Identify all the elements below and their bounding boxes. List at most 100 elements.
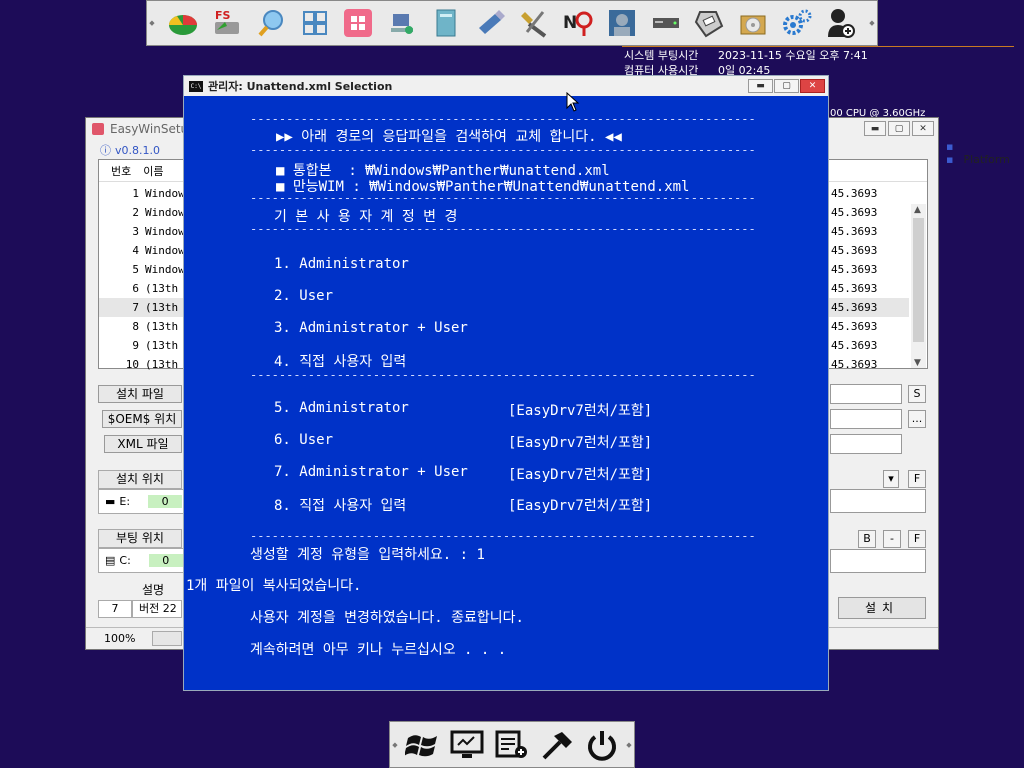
install-button[interactable]: 설치 xyxy=(838,597,926,619)
toolbar-right-grip[interactable]: ◆ xyxy=(867,1,877,45)
row-name: (13th xyxy=(145,339,179,352)
option-1: 1. Administrator xyxy=(274,256,409,272)
floppy-icon[interactable] xyxy=(692,6,726,40)
console-output[interactable]: ----------------------------------------… xyxy=(186,98,824,686)
row-number: 7 xyxy=(132,301,139,314)
install-location-field[interactable] xyxy=(830,489,926,513)
row-name: Window xyxy=(145,187,185,200)
install-location-label: 설치 위치 xyxy=(98,470,182,489)
console-title: 관리자: Unattend.xml Selection xyxy=(208,80,393,93)
row-number: 1 xyxy=(132,187,139,200)
tiles-icon[interactable] xyxy=(298,6,332,40)
option-5: 5. Administrator xyxy=(274,400,409,416)
taskbar-right-grip[interactable]: ◆ xyxy=(624,722,634,767)
minimize-button[interactable]: ▬ xyxy=(864,121,886,136)
row-number: 5 xyxy=(132,263,139,276)
dash-line: ----------------------------------------… xyxy=(250,529,756,543)
prompt-line: 생성할 계정 유형을 입력하세요. : 1 xyxy=(250,547,485,563)
fs-drive-icon[interactable]: FS xyxy=(210,6,244,40)
task-list-icon[interactable] xyxy=(493,726,531,764)
hard-drive-icon[interactable] xyxy=(649,6,683,40)
install-drive-number: 0 xyxy=(148,495,183,508)
close-button[interactable]: ✕ xyxy=(912,121,934,136)
xml-file-button[interactable]: XML 파일 xyxy=(104,435,182,453)
windows-flag-icon[interactable] xyxy=(403,726,441,764)
book-icon[interactable] xyxy=(429,6,463,40)
system-info: 시스템 부팅시간 2023-11-15 수요일 오후 7:41 컴퓨터 사용시간 0… xyxy=(624,48,868,78)
edition-row[interactable]: 7 버전 22 xyxy=(98,600,182,618)
scroll-up-icon[interactable]: ▲ xyxy=(914,205,921,215)
scroll-down-icon[interactable]: ▼ xyxy=(914,358,921,368)
install-file-button[interactable]: 설치 파일 xyxy=(98,385,182,403)
cmd-icon: C:\ xyxy=(189,80,203,92)
no-text-icon[interactable]: N xyxy=(561,6,595,40)
toolbar-left-grip[interactable]: ◆ xyxy=(147,1,157,45)
option-2: 2. User xyxy=(274,288,334,304)
boot-location-field[interactable] xyxy=(830,549,926,573)
console-titlebar[interactable]: C:\ 관리자: Unattend.xml Selection xyxy=(184,76,828,96)
option-6: 6. User xyxy=(274,432,334,448)
s-button[interactable]: S xyxy=(908,385,926,403)
option-7: 7. Administrator + User xyxy=(274,464,468,480)
dropdown-icon[interactable]: ▾ xyxy=(883,470,899,488)
header-num[interactable]: 번호 xyxy=(99,163,131,179)
disc-box-icon[interactable] xyxy=(736,6,770,40)
minus-button[interactable]: - xyxy=(883,530,901,548)
browse-button[interactable]: ... xyxy=(908,410,926,428)
console-close-button[interactable]: ✕ xyxy=(800,79,825,93)
usb-stick-icon[interactable] xyxy=(473,6,507,40)
row-name: Window xyxy=(145,244,185,257)
list-scrollbar[interactable]: ▲ ▼ xyxy=(911,204,926,368)
row-value: 45.3693 xyxy=(831,301,878,314)
option-3: 3. Administrator + User xyxy=(274,320,468,336)
install-file-field[interactable] xyxy=(830,384,902,404)
maximize-button[interactable]: ▢ xyxy=(888,121,910,136)
option-5-tag: [EasyDrv7런처/포함] xyxy=(508,403,653,419)
mouse-cursor-icon xyxy=(566,91,580,115)
header-name[interactable]: 이름 xyxy=(131,163,163,179)
console-maximize-button[interactable]: ▢ xyxy=(774,79,799,93)
row-name: Window xyxy=(145,225,185,238)
row-number: 2 xyxy=(132,206,139,219)
partition-tool-icon[interactable] xyxy=(166,6,200,40)
row-value: 45.3693 xyxy=(831,187,878,200)
b-button[interactable]: B xyxy=(858,530,876,548)
network-pc-icon[interactable] xyxy=(385,6,419,40)
power-icon[interactable] xyxy=(583,726,621,764)
option-7-tag: [EasyDrv7런처/포함] xyxy=(508,467,653,483)
tools-icon[interactable] xyxy=(517,6,551,40)
console-minimize-button[interactable]: ▬ xyxy=(748,79,773,93)
gears-icon[interactable] xyxy=(780,6,814,40)
monitor-icon[interactable] xyxy=(448,726,486,764)
taskbar-left-grip[interactable]: ◆ xyxy=(390,722,400,767)
add-user-icon[interactable] xyxy=(824,6,858,40)
install-drive-box[interactable]: ▬ E: 0 xyxy=(98,489,184,514)
scroll-thumb[interactable] xyxy=(913,218,924,342)
user-photo-icon[interactable] xyxy=(605,6,639,40)
row-number: 9 xyxy=(132,339,139,352)
changed-line: 사용자 계정을 변경하였습니다. 종료합니다. xyxy=(250,610,524,626)
orange-divider xyxy=(622,46,1014,47)
boot-drive-box[interactable]: ▤ C: 0 xyxy=(98,548,184,573)
row-value: 45.3693 xyxy=(831,263,878,276)
efi-icon: ▤ xyxy=(105,554,116,567)
hammer-icon[interactable] xyxy=(538,726,576,764)
row-number: 3 xyxy=(132,225,139,238)
row-name: Window xyxy=(145,206,185,219)
windows-logo-icon[interactable] xyxy=(341,6,375,40)
oem-path-field[interactable] xyxy=(830,409,902,429)
row-name: (13th xyxy=(145,358,179,371)
dash-line: ----------------------------------------… xyxy=(250,222,756,236)
row-value: 45.3693 xyxy=(831,358,878,371)
install-drive-letter: E: xyxy=(119,495,131,508)
xml-file-field[interactable] xyxy=(830,434,902,454)
row-value: 45.3693 xyxy=(831,339,878,352)
svg-text:N: N xyxy=(563,13,577,33)
f2-button[interactable]: F xyxy=(908,530,926,548)
row-number: 10 xyxy=(125,358,139,371)
row-value: 45.3693 xyxy=(831,282,878,295)
dash-line: ----------------------------------------… xyxy=(250,368,756,382)
f-button[interactable]: F xyxy=(908,470,926,488)
search-assist-icon[interactable] xyxy=(254,6,288,40)
oem-path-button[interactable]: $OEM$ 위치 xyxy=(102,410,182,428)
